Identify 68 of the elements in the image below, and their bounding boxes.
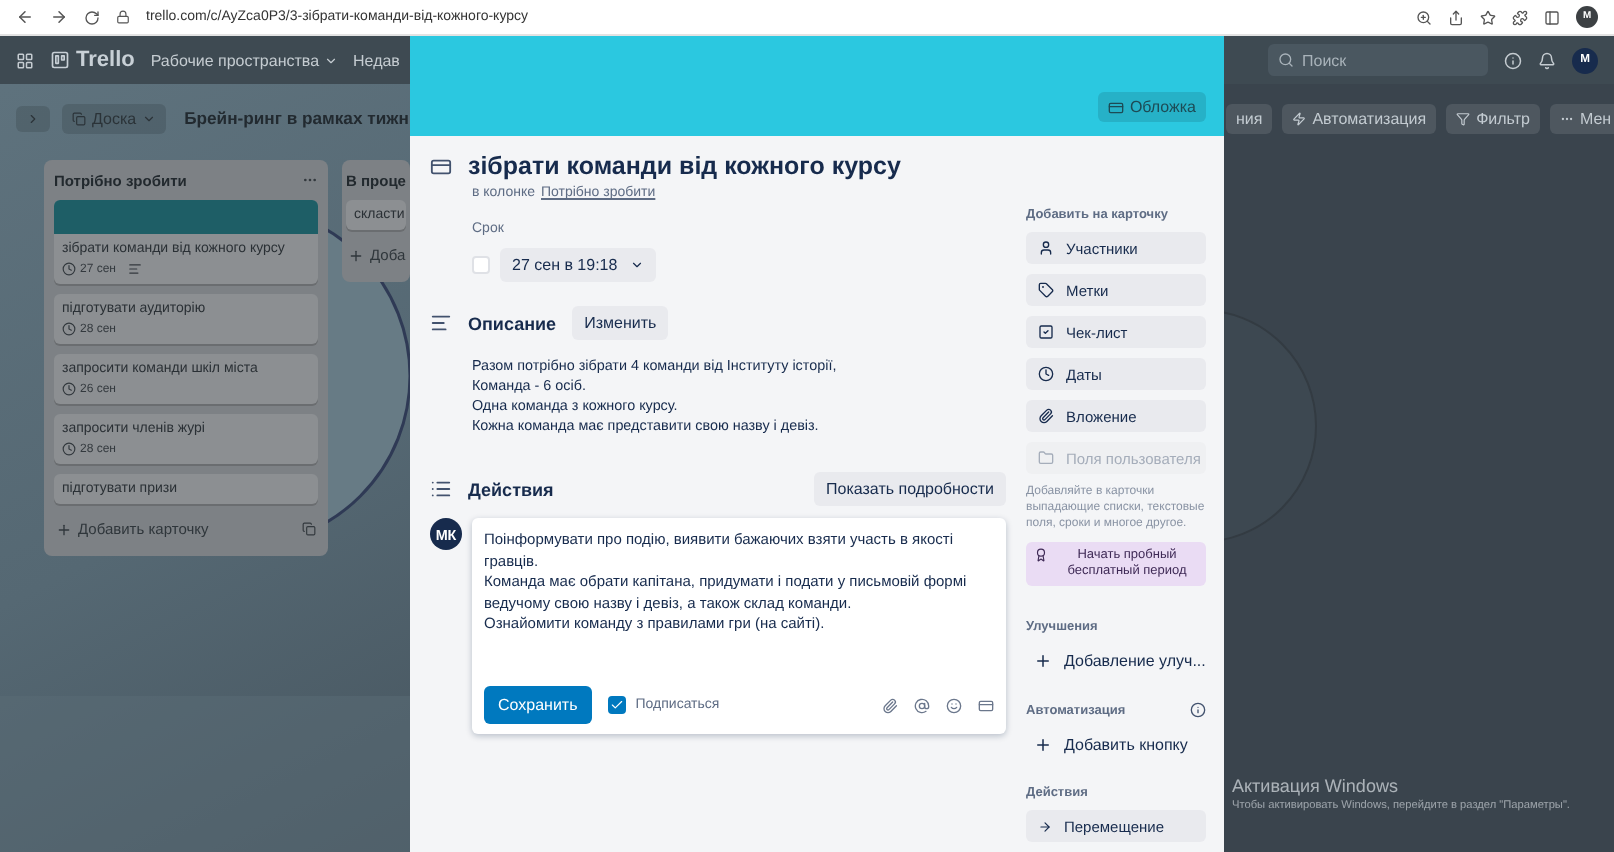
at-sign-icon xyxy=(914,697,930,713)
add-button-button[interactable]: Добавить кнопку xyxy=(1026,728,1206,760)
board-toolbar-button[interactable]: Автоматизация xyxy=(1282,103,1437,133)
cover-button[interactable]: Обложка xyxy=(1097,92,1206,122)
board-toolbar-button[interactable]: ния xyxy=(1226,103,1273,133)
plus-icon xyxy=(1034,651,1052,669)
back-icon xyxy=(16,8,34,26)
activation-title: Активация Windows xyxy=(1232,776,1400,796)
trello-logo[interactable]: Trello xyxy=(50,48,135,72)
add-powerup-button[interactable]: Добавление улуч... xyxy=(1026,644,1206,676)
paperclip-icon xyxy=(882,697,898,713)
paperclip-icon xyxy=(1038,408,1054,424)
plus-icon xyxy=(56,521,72,537)
description-icon xyxy=(430,312,452,334)
lock-icon xyxy=(116,10,130,24)
due-checkbox[interactable] xyxy=(472,256,490,274)
board-toolbar-button[interactable]: Фильтр xyxy=(1446,103,1540,133)
arrow-right-icon xyxy=(1038,819,1052,833)
star-icon xyxy=(1480,9,1496,25)
clock-icon xyxy=(62,382,76,396)
board-title[interactable]: Брейн-ринг в рамках тижн xyxy=(184,108,409,128)
show-details-button[interactable]: Показать подробности xyxy=(814,472,1006,506)
search-icon xyxy=(1278,52,1294,68)
save-button[interactable]: Сохранить xyxy=(484,686,592,724)
info-icon xyxy=(1504,51,1522,69)
reload-icon xyxy=(84,9,100,25)
search-field[interactable]: Поиск xyxy=(1268,44,1488,76)
puzzle-icon xyxy=(1512,9,1528,25)
share-icon xyxy=(1448,9,1464,25)
card-icon xyxy=(430,155,452,177)
chevron-down-icon xyxy=(629,258,644,272)
emoji-icon xyxy=(946,697,962,713)
comment-editor[interactable] xyxy=(472,518,1006,734)
due-date-button[interactable]: 27 сен в 19:18 xyxy=(500,248,656,282)
board-toolbar-button[interactable]: Мен xyxy=(1549,103,1614,133)
checklist-icon xyxy=(1038,324,1054,340)
clock-icon xyxy=(1038,366,1054,382)
filter-icon xyxy=(1456,111,1471,125)
card-icon xyxy=(978,697,994,713)
card-icon xyxy=(1107,99,1124,115)
nav-menu[interactable]: Недав xyxy=(353,51,400,69)
clock-icon xyxy=(62,442,76,456)
subscribe-checkbox[interactable] xyxy=(607,696,626,714)
chevron-down-icon xyxy=(142,111,157,125)
card-title[interactable]: зібрати команди від кожного курсу xyxy=(468,152,901,180)
plus-icon xyxy=(348,247,364,263)
activity-icon xyxy=(430,478,452,500)
edit-button[interactable]: Изменить xyxy=(572,306,669,340)
panel-icon xyxy=(1544,9,1560,25)
forward-icon xyxy=(50,8,68,26)
chevron-down-icon xyxy=(323,53,338,67)
info-icon xyxy=(1190,702,1206,718)
bell-icon xyxy=(1538,51,1556,69)
clock-icon xyxy=(62,322,76,336)
apps-icon xyxy=(16,51,34,69)
person-icon xyxy=(1038,240,1054,256)
nav-menu[interactable]: Рабочие пространства xyxy=(150,51,338,69)
chevron-right-icon xyxy=(26,111,40,125)
folder-icon xyxy=(1038,450,1054,466)
zoom-icon xyxy=(1416,9,1432,25)
section-heading: Описание xyxy=(468,313,557,333)
badge-icon xyxy=(1034,548,1048,562)
section-heading: Действия xyxy=(468,479,554,499)
plus-icon xyxy=(1034,735,1052,753)
clock-icon xyxy=(62,262,76,276)
lightning-icon xyxy=(1292,111,1307,125)
tag-icon xyxy=(1038,282,1054,298)
sidebar-toggle[interactable] xyxy=(16,105,50,131)
